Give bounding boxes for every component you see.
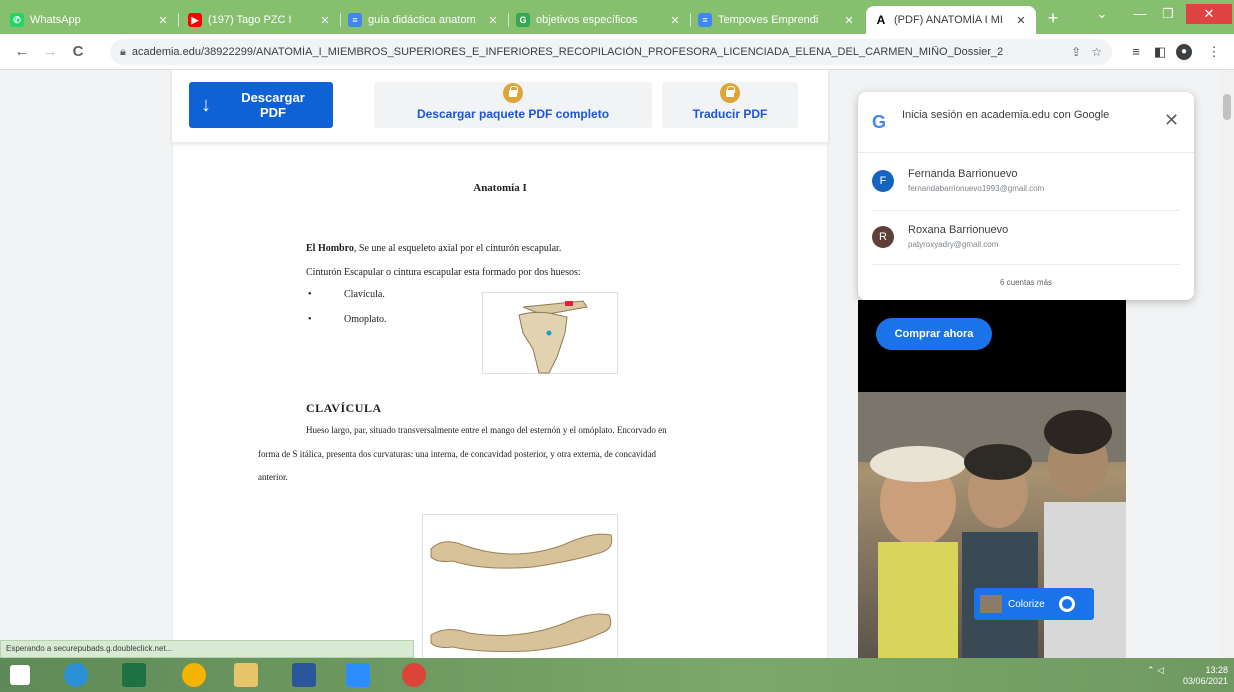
avatar[interactable]: ● xyxy=(1176,44,1192,60)
new-tab-button[interactable]: + xyxy=(1042,8,1064,30)
scrollbar[interactable] xyxy=(1220,70,1234,667)
tab-whatsapp[interactable]: ✆ WhatsApp ✕ xyxy=(2,6,179,34)
tray-icons[interactable]: ⌃ ◁ xyxy=(1124,665,1164,676)
maximize-icon[interactable]: ❐ xyxy=(1154,4,1182,24)
back-icon[interactable]: ← xyxy=(12,42,32,62)
list-item: Clavicula. xyxy=(344,289,385,300)
address-bar[interactable]: 🔒︎ academia.edu/38922299/ANATOMÍA_I_MIEM… xyxy=(110,39,1112,65)
account-item[interactable]: R Roxana Barrionuevo patyroxyadry@gmail.… xyxy=(872,212,1182,264)
close-tab-icon[interactable]: ✕ xyxy=(842,14,856,27)
youtube-icon: ▶ xyxy=(188,13,202,27)
chrome-icon[interactable] xyxy=(182,663,206,687)
word-icon[interactable] xyxy=(292,663,316,687)
cortana-icon[interactable] xyxy=(64,663,88,687)
docs-icon: ≡ xyxy=(348,13,362,27)
browser-toolbar: ← → C 🔒︎ academia.edu/38922299/ANATOMÍA_… xyxy=(0,34,1234,70)
forward-icon[interactable]: → xyxy=(40,42,60,62)
bookmark-star-icon[interactable]: ☆ xyxy=(1091,45,1102,59)
avatar: R xyxy=(872,226,894,248)
whatsapp-icon: ✆ xyxy=(10,13,24,27)
paragraph: El Hombro, Se une al esqueleto axial por… xyxy=(306,243,562,254)
chrome-active-icon[interactable] xyxy=(402,663,426,687)
paragraph: anterior. xyxy=(258,472,288,482)
google-icon: G xyxy=(516,13,530,27)
status-bar: Esperando a securepubads.g.doubleclick.n… xyxy=(0,640,414,658)
extension-icon[interactable]: ≡ xyxy=(1128,44,1144,60)
menu-icon[interactable]: ⋮ xyxy=(1206,44,1222,60)
tab-youtube[interactable]: ▶ (197) Tago PZC I ✕ xyxy=(180,6,341,34)
close-tab-icon[interactable]: ✕ xyxy=(1014,14,1028,27)
sidebar-icon[interactable]: ◧ xyxy=(1152,44,1168,60)
shoulder-image xyxy=(482,292,618,374)
list-item: Omoplato. xyxy=(344,314,387,325)
paragraph: Cinturón Escapular o cintura escapular e… xyxy=(306,267,581,278)
reload-icon[interactable]: C xyxy=(68,42,88,62)
close-tab-icon[interactable]: ✕ xyxy=(668,14,682,27)
google-signin-popup: G Inicia sesión en academia.edu con Goog… xyxy=(858,92,1194,300)
window-close-icon[interactable]: ✕ xyxy=(1186,4,1232,24)
minimize-icon[interactable]: — xyxy=(1126,4,1154,24)
document-title: Anatomía I xyxy=(473,182,527,194)
download-pdf-button[interactable]: ↓ Descargar PDF xyxy=(189,82,333,128)
more-accounts-link[interactable]: 6 cuentas más xyxy=(858,278,1194,287)
file-explorer-icon[interactable] xyxy=(234,663,258,687)
scrollbar-thumb[interactable] xyxy=(1223,94,1231,120)
excel-icon[interactable] xyxy=(122,663,146,687)
tab-tempoves[interactable]: ≡ Tempoves Emprendi ✕ xyxy=(690,6,864,34)
docs-icon: ≡ xyxy=(698,13,712,27)
windows-start-icon[interactable] xyxy=(10,665,30,685)
tab-academia-active[interactable]: A (PDF) ANATOMÍA I MI ✕ xyxy=(866,6,1036,34)
translate-pdf-button[interactable]: Traducir PDF xyxy=(662,82,798,128)
document-page: Anatomía I El Hombro, Se une al esquelet… xyxy=(172,142,828,667)
share-icon[interactable]: ⇪ xyxy=(1071,45,1081,59)
clock[interactable]: 13:28 03/06/2021 xyxy=(1176,665,1228,687)
download-arrow-icon: ↓ xyxy=(201,93,211,116)
download-bar: ↓ Descargar PDF Descargar paquete PDF com… xyxy=(172,70,828,142)
profile-icon[interactable]: ⌄ xyxy=(1092,4,1112,24)
photo-thumb-icon xyxy=(980,595,1002,613)
section-heading: CLAVÍCULA xyxy=(306,401,382,415)
lock-icon[interactable]: 🔒︎ xyxy=(120,46,126,59)
buy-now-button[interactable]: Comprar ahora xyxy=(876,318,992,350)
zoom-icon[interactable] xyxy=(346,663,370,687)
lock-icon xyxy=(720,83,740,103)
academia-icon: A xyxy=(874,13,888,27)
google-logo-icon: G xyxy=(872,112,887,132)
clavicle-image xyxy=(422,514,618,667)
lock-icon xyxy=(503,83,523,103)
close-icon[interactable]: ✕ xyxy=(1164,110,1179,131)
download-bundle-button[interactable]: Descargar paquete PDF completo xyxy=(374,82,652,128)
signin-heading: Inicia sesión en academia.edu con Google xyxy=(902,109,1110,121)
avatar: F xyxy=(872,170,894,192)
close-tab-icon[interactable]: ✕ xyxy=(156,14,170,27)
tab-objetivos[interactable]: G objetivos específicos ✕ xyxy=(508,6,691,34)
close-tab-icon[interactable]: ✕ xyxy=(486,14,500,27)
tab-guia[interactable]: ≡ guía didáctica anatom ✕ xyxy=(340,6,509,34)
paragraph: Hueso largo, par, situado transversalmen… xyxy=(306,425,667,435)
paragraph: forma de S itálica, presenta dos curvatu… xyxy=(258,449,656,459)
toggle-icon xyxy=(1058,596,1075,612)
close-tab-icon[interactable]: ✕ xyxy=(318,14,332,27)
tab-strip: ✆ WhatsApp ✕ ▶ (197) Tago PZC I ✕ ≡ guía… xyxy=(0,0,1234,34)
windows-taskbar: ⌃ ◁ 13:28 03/06/2021 xyxy=(0,658,1234,692)
colorize-button[interactable]: Colorize xyxy=(974,588,1094,620)
account-item[interactable]: F Fernanda Barrionuevo fernandabarrionue… xyxy=(872,156,1182,208)
